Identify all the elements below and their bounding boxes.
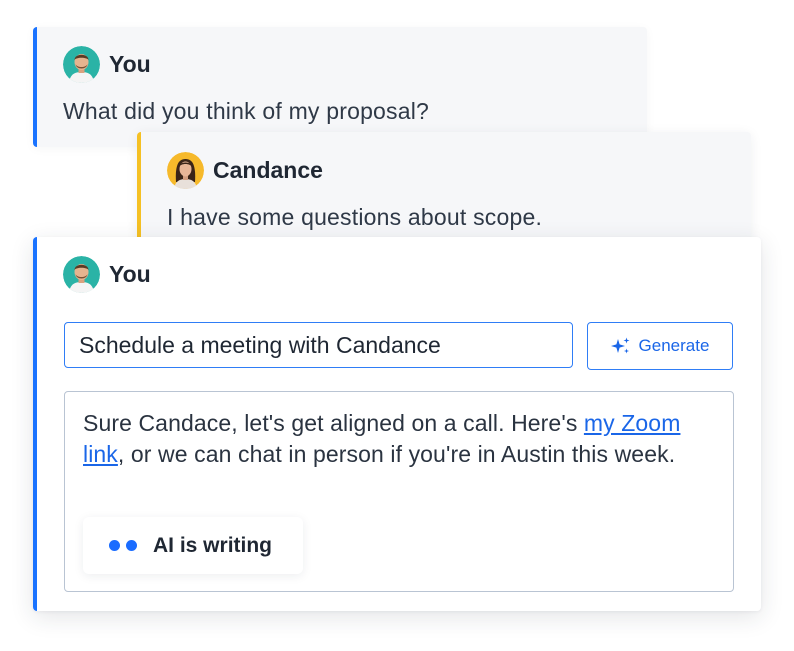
author-name: You bbox=[109, 261, 151, 287]
generate-button[interactable]: Generate bbox=[587, 322, 733, 370]
sparkle-icon bbox=[610, 336, 631, 356]
message-text: What did you think of my proposal? bbox=[63, 98, 430, 124]
draft-text: Sure Candace, let's get aligned on a cal… bbox=[83, 408, 723, 470]
message-card-candance: Candance I have some questions about sco… bbox=[137, 132, 751, 244]
composer-author: You bbox=[63, 256, 151, 293]
accent-bar-you bbox=[33, 237, 37, 611]
author-name: You bbox=[109, 51, 151, 77]
message-author: You bbox=[63, 46, 151, 83]
message-text: I have some questions about scope. bbox=[167, 204, 543, 230]
author-name: Candance bbox=[213, 157, 323, 183]
message-card-you: You What did you think of my proposal? bbox=[33, 27, 647, 147]
typing-dots-icon bbox=[109, 540, 137, 551]
draft-text-end: , or we can chat in person if you're in … bbox=[117, 441, 676, 467]
draft-reply-box[interactable]: Sure Candace, let's get aligned on a cal… bbox=[64, 391, 734, 592]
chat-thread: You What did you think of my proposal? C… bbox=[0, 0, 794, 651]
ai-writing-indicator: AI is writing bbox=[83, 517, 303, 574]
accent-bar-candance bbox=[137, 132, 141, 244]
reply-composer: You Generate Sure Candace, let's get ali… bbox=[33, 237, 761, 611]
generate-label: Generate bbox=[638, 336, 710, 355]
avatar-candance[interactable] bbox=[167, 152, 204, 189]
status-label: AI is writing bbox=[153, 533, 273, 557]
message-author: Candance bbox=[167, 152, 323, 189]
avatar-you[interactable] bbox=[63, 256, 100, 293]
typing-dot bbox=[109, 540, 120, 551]
draft-text-start: Sure Candace, let's get aligned on a cal… bbox=[83, 410, 584, 436]
accent-bar-you bbox=[33, 27, 37, 147]
typing-dot bbox=[126, 540, 137, 551]
avatar-you[interactable] bbox=[63, 46, 100, 83]
ai-prompt-input[interactable] bbox=[64, 322, 573, 368]
